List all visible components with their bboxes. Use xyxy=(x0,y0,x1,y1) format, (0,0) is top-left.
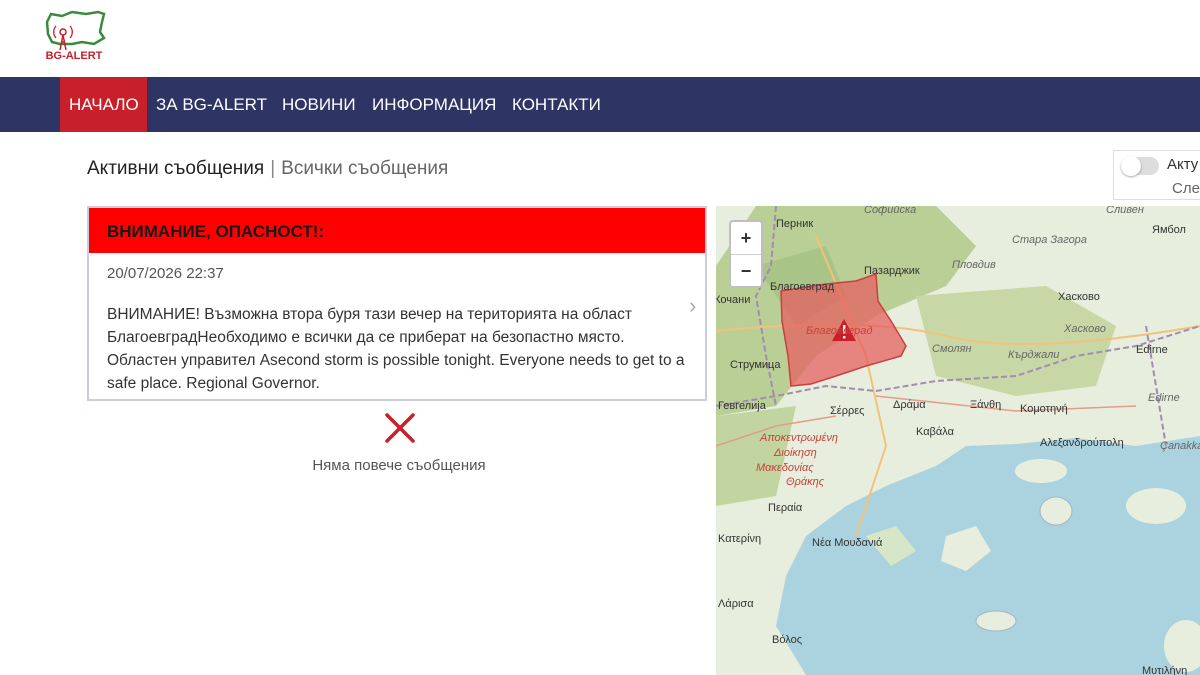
map-label: Δράμα xyxy=(893,399,926,411)
alert-date: 20/07/2026 22:37 xyxy=(107,265,224,282)
map-label: Αποκεντρωμένη xyxy=(760,432,838,444)
map-label: Edirne xyxy=(1148,392,1180,404)
header: BG-ALERT xyxy=(0,0,1200,77)
map-label: Edirne xyxy=(1136,344,1168,356)
bg-alert-logo[interactable]: BG-ALERT xyxy=(42,10,106,66)
map-label: Благоевград xyxy=(806,325,873,337)
alert-title: ВНИМАНИЕ, ОПАСНОСТ!: xyxy=(89,208,705,253)
map-label: Софийска xyxy=(864,206,917,216)
map-label: Стара Загора xyxy=(1012,234,1087,246)
map-label: Хасково xyxy=(1058,291,1100,303)
map-label: Καβάλα xyxy=(916,426,954,438)
map-label: Θράκης xyxy=(786,476,825,488)
main-nav: НАЧАЛО ЗА BG-ALERT НОВИНИ ИНФОРМАЦИЯ КОН… xyxy=(0,77,1200,132)
zoom-out-button[interactable]: − xyxy=(731,255,761,287)
nav-item-information[interactable]: ИНФОРМАЦИЯ xyxy=(363,77,505,132)
no-more-messages-text: Няма повече съобщения xyxy=(312,457,486,474)
toggle-knob xyxy=(1121,156,1141,176)
actual-toggle-switch[interactable] xyxy=(1121,156,1159,176)
alert-map[interactable]: + − Перник Софийска Сливен Ямбол Стара З… xyxy=(716,206,1200,675)
map-label: Αλεξανδρούπολη xyxy=(1040,437,1124,449)
message-tabs: Активни съобщения | Всички съобщения xyxy=(87,158,448,180)
map-label: Кърджали xyxy=(1008,349,1060,361)
map-label: Хасково xyxy=(1064,323,1106,335)
map-label: Гевгелија xyxy=(718,400,766,412)
chevron-right-icon[interactable]: › xyxy=(689,293,696,319)
alert-card[interactable]: ВНИМАНИЕ, ОПАСНОСТ!: 20/07/2026 22:37 ВН… xyxy=(87,206,707,401)
map-label: Μακεδονίας xyxy=(756,462,814,474)
tab-active-messages[interactable]: Активни съобщения xyxy=(87,158,264,179)
nav-item-about[interactable]: ЗА BG-ALERT xyxy=(147,77,276,132)
map-label: Ямбол xyxy=(1152,224,1186,236)
map-zoom-control: + − xyxy=(729,220,763,288)
nav-item-contacts[interactable]: КОНТАКТИ xyxy=(503,77,610,132)
logo-text: BG-ALERT xyxy=(45,50,103,62)
nav-item-home[interactable]: НАЧАЛО xyxy=(60,77,147,132)
toggle-label: Акту xyxy=(1167,156,1199,173)
map-label: Пазарджик xyxy=(864,265,920,277)
map-label: Струмица xyxy=(730,359,781,371)
map-label: Λάρισα xyxy=(718,598,754,610)
map-label: Благоевград xyxy=(770,281,835,293)
nav-item-news[interactable]: НОВИНИ xyxy=(273,77,365,132)
alert-body: ВНИМАНИЕ! Възможна втора буря тази вечер… xyxy=(107,306,685,392)
map-label: Νέα Μουδανιά xyxy=(812,537,883,549)
actual-toggle-panel: Акту Сле xyxy=(1113,150,1200,200)
map-label: Пловдив xyxy=(952,259,996,271)
map-label: Кочани xyxy=(716,294,751,306)
map-label: Διοίκηση xyxy=(774,447,817,459)
bulgaria-outline-icon xyxy=(45,10,106,51)
toggle-sublabel: Сле xyxy=(1172,180,1200,197)
close-icon xyxy=(385,413,415,443)
map-label: Çanakkale xyxy=(1160,440,1200,452)
map-label: Κομοτηνή xyxy=(1020,403,1068,415)
map-label: Βόλος xyxy=(772,634,802,646)
map-label: Μυτιλήνη xyxy=(1142,665,1188,675)
zoom-in-button[interactable]: + xyxy=(731,222,761,255)
tab-separator: | xyxy=(270,158,276,179)
map-label: Сливен xyxy=(1106,206,1144,216)
map-label: Смолян xyxy=(932,343,972,355)
map-label: Перник xyxy=(776,218,814,230)
map-label: Ξάνθη xyxy=(970,399,1002,411)
map-label: Περαία xyxy=(768,502,803,514)
map-label: Κατερίνη xyxy=(718,533,762,545)
map-label: Σέρρες xyxy=(830,405,865,417)
tab-all-messages[interactable]: Всички съобщения xyxy=(281,158,448,179)
